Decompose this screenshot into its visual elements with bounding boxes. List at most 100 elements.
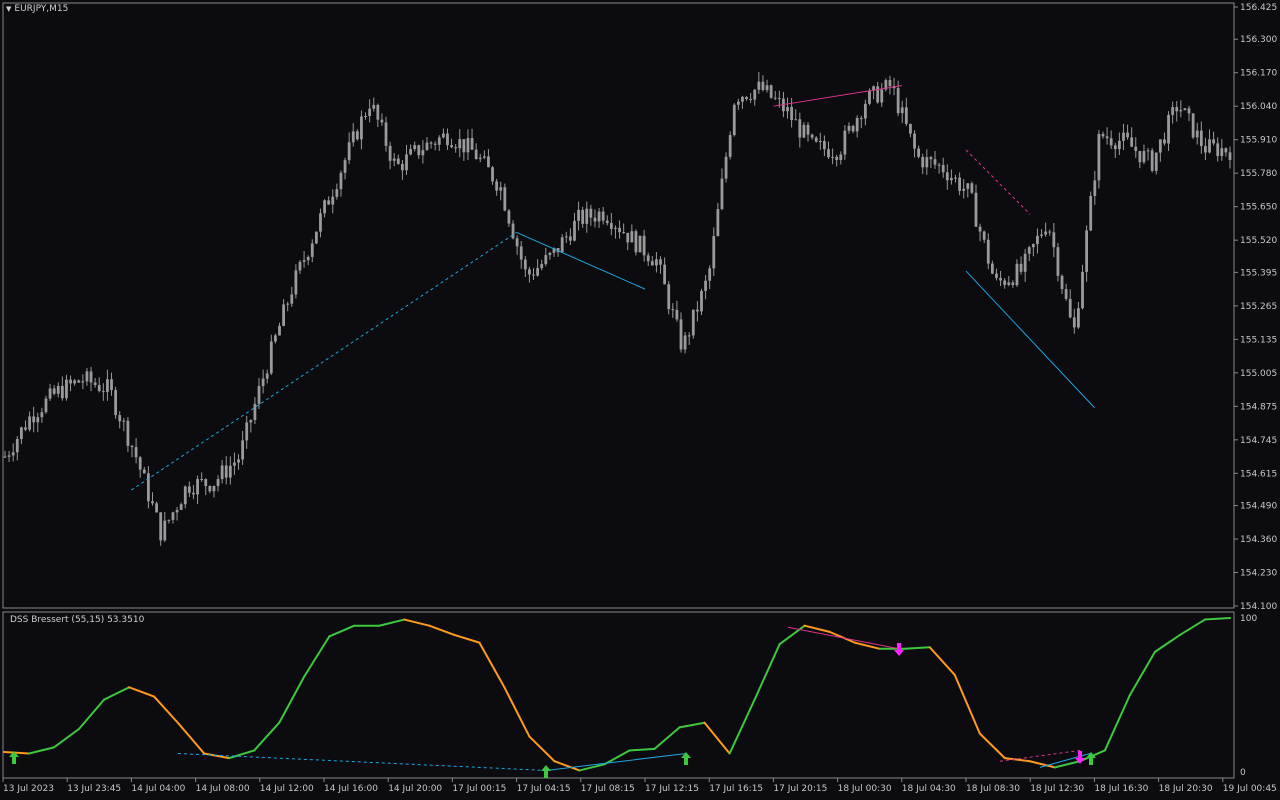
candle-body (757, 81, 761, 90)
candle-body (646, 255, 650, 262)
candle-body (130, 445, 134, 448)
candle-body (695, 309, 699, 312)
candle-body (941, 164, 945, 173)
oscillator-segment (1153, 633, 1181, 653)
candle-body (286, 303, 290, 305)
candle-body (999, 277, 1002, 281)
candle-body (421, 150, 425, 156)
price-tick-label: 156.040 (1240, 102, 1277, 112)
candle-body (1117, 140, 1121, 150)
candle-body (437, 137, 441, 145)
price-tick-label: 154.100 (1240, 602, 1277, 612)
candle-body (716, 209, 720, 237)
candle-body (544, 255, 548, 265)
oscillator-segment (28, 746, 56, 755)
candle-body (626, 232, 630, 243)
candle-body (1048, 231, 1052, 233)
candle-body (388, 145, 392, 161)
price-tick-label: 155.005 (1240, 369, 1277, 379)
price-tick-label: 156.425 (1240, 3, 1277, 13)
candle-body (1208, 139, 1211, 153)
price-tick-label: 154.360 (1240, 535, 1277, 545)
candle-body (458, 139, 462, 149)
oscillator-segment (78, 698, 106, 730)
candle-body (925, 157, 929, 168)
candle-body (52, 388, 56, 394)
candle-body (1101, 133, 1105, 137)
candle-body (495, 181, 499, 191)
candle-body (1023, 253, 1027, 272)
price-tick-label: 155.520 (1240, 236, 1277, 246)
candle-body (876, 86, 880, 103)
candle-body (868, 90, 871, 104)
candle-body (204, 479, 208, 487)
oscillator-segment (1178, 618, 1206, 636)
candle-body (839, 154, 843, 161)
divergence-lines-price (131, 85, 1095, 491)
price-divergence-line (965, 270, 1095, 408)
oscillator-segment (178, 723, 206, 755)
candle-body (224, 465, 228, 478)
time-axis: 13 Jul 2023 13 Jul 23:45 14 Jul 04:00 14 Ju… (2, 778, 1277, 794)
candle-body (146, 473, 150, 502)
candle-body (85, 371, 89, 382)
candle-body (1007, 282, 1011, 285)
candle-body (728, 135, 732, 157)
candle-body (36, 417, 40, 423)
candle-body (257, 386, 261, 404)
candle-body (667, 284, 671, 310)
oscillator-segment (3, 750, 31, 755)
candle-body (228, 465, 232, 478)
chart-area[interactable]: 156.425 156.300 156.170 156.040 155.910 155.7… (0, 0, 1280, 800)
candle-body (560, 237, 564, 253)
price-tick-label: 156.300 (1240, 35, 1277, 45)
candle-body (675, 309, 679, 320)
candle-body (1126, 132, 1129, 138)
oscillator-segment (428, 624, 456, 636)
candle-body (134, 447, 138, 458)
oscillator-segment (953, 673, 981, 735)
time-tick-label: 17 Jul 20:15 (773, 784, 827, 794)
candle-body (585, 208, 589, 224)
candle-body (28, 416, 31, 430)
candle-body (183, 486, 187, 505)
oscillator-segment (303, 635, 331, 678)
candle-body (1175, 107, 1179, 112)
candle-body (487, 156, 490, 168)
candle-body (343, 160, 347, 173)
candle-body (568, 236, 572, 241)
time-tick-label: 14 Jul 08:00 (196, 784, 250, 794)
candle-body (818, 141, 822, 143)
oscillator-segment (753, 643, 781, 701)
oscillator-segment (1128, 650, 1156, 696)
candle-body (1195, 130, 1199, 138)
candle-body (900, 107, 904, 114)
candle-body (179, 504, 183, 510)
candle-body (282, 304, 285, 326)
candle-body (491, 167, 494, 182)
time-tick-label: 14 Jul 16:00 (324, 784, 378, 794)
candle-body (446, 133, 449, 146)
candle-body (298, 261, 302, 271)
candle-body (462, 139, 466, 153)
candle-body (1191, 113, 1195, 138)
candle-body (777, 98, 781, 100)
candle-body (810, 134, 814, 138)
candle-body (368, 108, 372, 116)
candle-body (1027, 247, 1031, 254)
candle-body (1093, 180, 1097, 196)
oscillator-segment (853, 641, 881, 650)
oscillator-segment (328, 624, 356, 638)
candle-body (515, 238, 519, 247)
candle-body (454, 147, 458, 149)
candle-body (655, 259, 658, 266)
time-tick-label: 14 Jul 20:00 (388, 784, 442, 794)
candle-body (40, 412, 44, 418)
candle-body (56, 385, 60, 394)
candle-body (245, 422, 249, 441)
candle-body (982, 231, 986, 240)
time-tick-label: 18 Jul 12:30 (1030, 784, 1084, 794)
candle-body (482, 156, 486, 158)
candle-body (1216, 143, 1220, 157)
time-tick-label: 19 Jul 00:45 (1223, 784, 1277, 794)
